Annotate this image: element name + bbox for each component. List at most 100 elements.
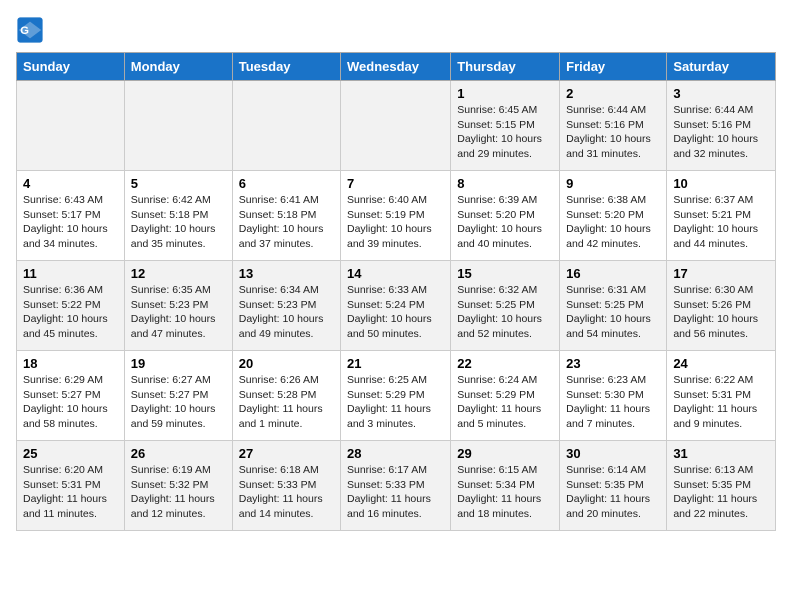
day-number: 9 bbox=[566, 176, 660, 191]
day-info: Sunset: 5:33 PM bbox=[239, 478, 334, 493]
day-info: Sunset: 5:29 PM bbox=[457, 388, 553, 403]
day-number: 17 bbox=[673, 266, 769, 281]
calendar-cell: 22Sunrise: 6:24 AMSunset: 5:29 PMDayligh… bbox=[451, 351, 560, 441]
day-info: and 14 minutes. bbox=[239, 507, 334, 522]
day-info: Daylight: 11 hours bbox=[347, 402, 444, 417]
day-info: Sunrise: 6:38 AM bbox=[566, 193, 660, 208]
day-number: 14 bbox=[347, 266, 444, 281]
calendar-week-row: 18Sunrise: 6:29 AMSunset: 5:27 PMDayligh… bbox=[17, 351, 776, 441]
day-info: Daylight: 10 hours bbox=[239, 222, 334, 237]
day-info: Sunrise: 6:36 AM bbox=[23, 283, 118, 298]
day-info: Sunrise: 6:23 AM bbox=[566, 373, 660, 388]
day-info: Daylight: 11 hours bbox=[23, 492, 118, 507]
calendar-table: SundayMondayTuesdayWednesdayThursdayFrid… bbox=[16, 52, 776, 531]
calendar-cell: 7Sunrise: 6:40 AMSunset: 5:19 PMDaylight… bbox=[341, 171, 451, 261]
day-info: Daylight: 11 hours bbox=[457, 402, 553, 417]
calendar-cell: 3Sunrise: 6:44 AMSunset: 5:16 PMDaylight… bbox=[667, 81, 776, 171]
day-info: and 31 minutes. bbox=[566, 147, 660, 162]
calendar-header-row: SundayMondayTuesdayWednesdayThursdayFrid… bbox=[17, 53, 776, 81]
day-info: Sunset: 5:26 PM bbox=[673, 298, 769, 313]
day-info: Daylight: 11 hours bbox=[457, 492, 553, 507]
header-wednesday: Wednesday bbox=[341, 53, 451, 81]
day-info: and 11 minutes. bbox=[23, 507, 118, 522]
header-saturday: Saturday bbox=[667, 53, 776, 81]
calendar-cell: 10Sunrise: 6:37 AMSunset: 5:21 PMDayligh… bbox=[667, 171, 776, 261]
day-info: Daylight: 10 hours bbox=[131, 312, 226, 327]
day-info: Sunrise: 6:44 AM bbox=[673, 103, 769, 118]
calendar-cell: 24Sunrise: 6:22 AMSunset: 5:31 PMDayligh… bbox=[667, 351, 776, 441]
calendar-cell: 20Sunrise: 6:26 AMSunset: 5:28 PMDayligh… bbox=[232, 351, 340, 441]
calendar-cell: 25Sunrise: 6:20 AMSunset: 5:31 PMDayligh… bbox=[17, 441, 125, 531]
day-info: Sunset: 5:34 PM bbox=[457, 478, 553, 493]
day-info: Daylight: 11 hours bbox=[673, 492, 769, 507]
day-info: Daylight: 10 hours bbox=[566, 222, 660, 237]
day-info: Sunset: 5:18 PM bbox=[239, 208, 334, 223]
day-info: Daylight: 10 hours bbox=[457, 312, 553, 327]
day-number: 1 bbox=[457, 86, 553, 101]
day-info: Sunrise: 6:19 AM bbox=[131, 463, 226, 478]
day-info: Sunrise: 6:18 AM bbox=[239, 463, 334, 478]
day-info: Sunrise: 6:15 AM bbox=[457, 463, 553, 478]
calendar-cell: 23Sunrise: 6:23 AMSunset: 5:30 PMDayligh… bbox=[560, 351, 667, 441]
day-info: Sunset: 5:30 PM bbox=[566, 388, 660, 403]
calendar-cell: 19Sunrise: 6:27 AMSunset: 5:27 PMDayligh… bbox=[124, 351, 232, 441]
calendar-week-row: 4Sunrise: 6:43 AMSunset: 5:17 PMDaylight… bbox=[17, 171, 776, 261]
day-info: Sunrise: 6:17 AM bbox=[347, 463, 444, 478]
day-info: and 59 minutes. bbox=[131, 417, 226, 432]
calendar-cell: 16Sunrise: 6:31 AMSunset: 5:25 PMDayligh… bbox=[560, 261, 667, 351]
day-info: Sunrise: 6:41 AM bbox=[239, 193, 334, 208]
day-info: Sunrise: 6:14 AM bbox=[566, 463, 660, 478]
day-info: Daylight: 11 hours bbox=[566, 402, 660, 417]
day-info: Daylight: 10 hours bbox=[566, 312, 660, 327]
day-info: Sunrise: 6:34 AM bbox=[239, 283, 334, 298]
day-info: Daylight: 10 hours bbox=[457, 222, 553, 237]
calendar-week-row: 1Sunrise: 6:45 AMSunset: 5:15 PMDaylight… bbox=[17, 81, 776, 171]
calendar-cell: 2Sunrise: 6:44 AMSunset: 5:16 PMDaylight… bbox=[560, 81, 667, 171]
calendar-cell bbox=[124, 81, 232, 171]
calendar-week-row: 25Sunrise: 6:20 AMSunset: 5:31 PMDayligh… bbox=[17, 441, 776, 531]
day-info: Daylight: 10 hours bbox=[673, 132, 769, 147]
day-info: and 50 minutes. bbox=[347, 327, 444, 342]
header-tuesday: Tuesday bbox=[232, 53, 340, 81]
day-info: Sunset: 5:23 PM bbox=[239, 298, 334, 313]
header-sunday: Sunday bbox=[17, 53, 125, 81]
logo-icon: G bbox=[16, 16, 44, 44]
day-info: Sunset: 5:16 PM bbox=[566, 118, 660, 133]
day-info: Sunrise: 6:39 AM bbox=[457, 193, 553, 208]
day-info: Sunset: 5:27 PM bbox=[23, 388, 118, 403]
calendar-cell: 8Sunrise: 6:39 AMSunset: 5:20 PMDaylight… bbox=[451, 171, 560, 261]
calendar-cell: 12Sunrise: 6:35 AMSunset: 5:23 PMDayligh… bbox=[124, 261, 232, 351]
day-number: 13 bbox=[239, 266, 334, 281]
header-monday: Monday bbox=[124, 53, 232, 81]
day-info: and 35 minutes. bbox=[131, 237, 226, 252]
day-info: Sunrise: 6:33 AM bbox=[347, 283, 444, 298]
header-friday: Friday bbox=[560, 53, 667, 81]
day-info: and 49 minutes. bbox=[239, 327, 334, 342]
day-info: Daylight: 10 hours bbox=[673, 222, 769, 237]
day-info: Sunset: 5:22 PM bbox=[23, 298, 118, 313]
day-info: Daylight: 11 hours bbox=[239, 402, 334, 417]
day-info: and 18 minutes. bbox=[457, 507, 553, 522]
day-info: Daylight: 11 hours bbox=[566, 492, 660, 507]
svg-text:G: G bbox=[20, 25, 29, 37]
day-info: Daylight: 10 hours bbox=[347, 222, 444, 237]
calendar-cell: 4Sunrise: 6:43 AMSunset: 5:17 PMDaylight… bbox=[17, 171, 125, 261]
calendar-cell: 11Sunrise: 6:36 AMSunset: 5:22 PMDayligh… bbox=[17, 261, 125, 351]
day-info: Sunrise: 6:35 AM bbox=[131, 283, 226, 298]
day-info: Sunset: 5:33 PM bbox=[347, 478, 444, 493]
day-info: Sunset: 5:18 PM bbox=[131, 208, 226, 223]
day-number: 31 bbox=[673, 446, 769, 461]
day-info: Daylight: 11 hours bbox=[347, 492, 444, 507]
day-info: Sunrise: 6:42 AM bbox=[131, 193, 226, 208]
day-info: Sunrise: 6:25 AM bbox=[347, 373, 444, 388]
calendar-cell: 14Sunrise: 6:33 AMSunset: 5:24 PMDayligh… bbox=[341, 261, 451, 351]
day-info: Sunrise: 6:22 AM bbox=[673, 373, 769, 388]
calendar-cell: 5Sunrise: 6:42 AMSunset: 5:18 PMDaylight… bbox=[124, 171, 232, 261]
day-info: Sunset: 5:28 PM bbox=[239, 388, 334, 403]
header-thursday: Thursday bbox=[451, 53, 560, 81]
day-info: and 7 minutes. bbox=[566, 417, 660, 432]
day-info: and 34 minutes. bbox=[23, 237, 118, 252]
day-number: 28 bbox=[347, 446, 444, 461]
day-number: 21 bbox=[347, 356, 444, 371]
day-info: Daylight: 10 hours bbox=[566, 132, 660, 147]
